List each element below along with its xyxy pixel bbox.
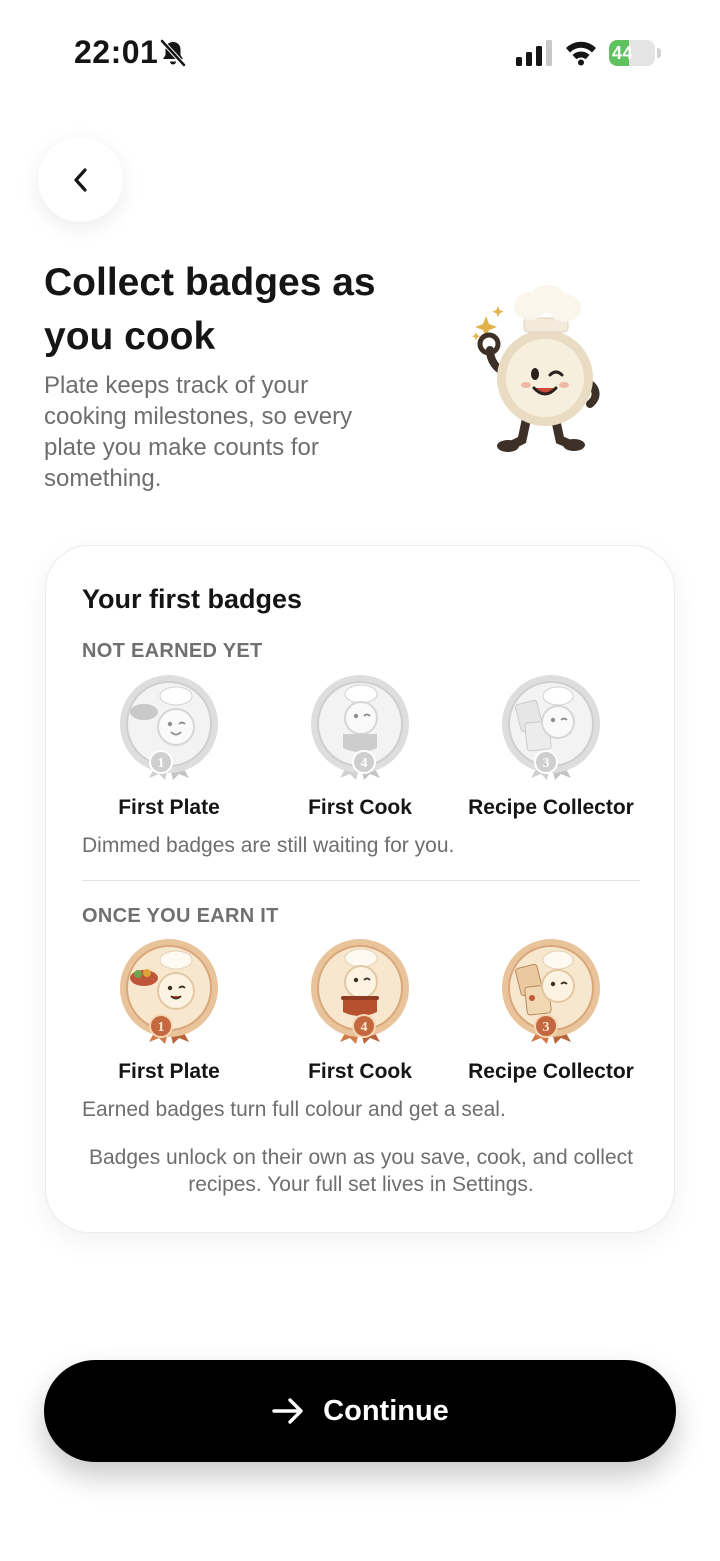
back-button[interactable] [38,137,123,222]
badge-name: First Plate [118,1060,220,1083]
plate-badge-icon: 1 [120,939,218,1044]
cellular-signal-icon [516,40,552,66]
plate-badge-icon: 1 [120,675,218,780]
arrow-right-icon [272,1398,303,1424]
badge-first-cook-earned[interactable]: 4 First Cook [265,936,455,1083]
earned-section-label: ONCE YOU EARN IT [82,905,279,927]
locked-badges-note: Dimmed badges are still waiting for you. [82,834,455,857]
recipe-cards-badge-icon: 3 [502,675,600,780]
chef-plate-mascot [471,285,600,452]
badge-name: First Plate [118,796,220,819]
badge-number: 4 [361,1020,368,1035]
section-divider [82,880,640,881]
page-subtitle: Plate keeps track of your cooking milest… [44,372,353,492]
badge-name: Recipe Collector [468,796,634,819]
badge-first-cook-locked[interactable]: 4 First Cook [265,672,455,819]
badge-first-plate-locked[interactable]: 1 First Plate [74,672,264,819]
continue-label: Continue [323,1394,449,1427]
badges-card: Your first badges NOT EARNED YET 1 First… [45,545,675,1233]
earned-badges-note: Earned badges turn full colour and get a… [82,1098,506,1121]
recipe-cards-badge-icon: 3 [502,939,600,1044]
badge-name: Recipe Collector [468,1060,634,1083]
badges-footnote: Badges unlock on their own as you save, … [89,1146,633,1196]
cooking-pot-badge-icon: 4 [311,939,409,1044]
card-title: Your first badges [82,584,303,614]
badge-recipe-collector-earned[interactable]: 3 Recipe Collector [456,936,646,1083]
chevron-left-icon [73,167,87,192]
badge-name: First Cook [308,796,412,819]
badge-number: 4 [361,756,368,771]
badge-number: 3 [543,1020,550,1035]
cooking-pot-badge-icon: 4 [311,675,409,780]
locked-section-label: NOT EARNED YET [82,640,263,662]
badge-name: First Cook [308,1060,412,1083]
wifi-icon [566,41,596,66]
badge-first-plate-earned[interactable]: 1 First Plate [74,936,264,1083]
badge-recipe-collector-locked[interactable]: 3 Recipe Collector [456,672,646,819]
status-bar: 22:01 44 [0,0,720,104]
badge-number: 3 [543,756,550,771]
battery-level-text: 44 [612,43,634,63]
badge-number: 1 [158,756,165,771]
continue-button[interactable]: Continue [44,1360,676,1462]
page-title: Collect badges as you cook [44,261,376,358]
battery-charging-icon: 44 [609,40,661,66]
status-time: 22:01 [74,34,159,70]
badge-number: 1 [158,1020,165,1035]
bell-off-icon [160,39,186,67]
